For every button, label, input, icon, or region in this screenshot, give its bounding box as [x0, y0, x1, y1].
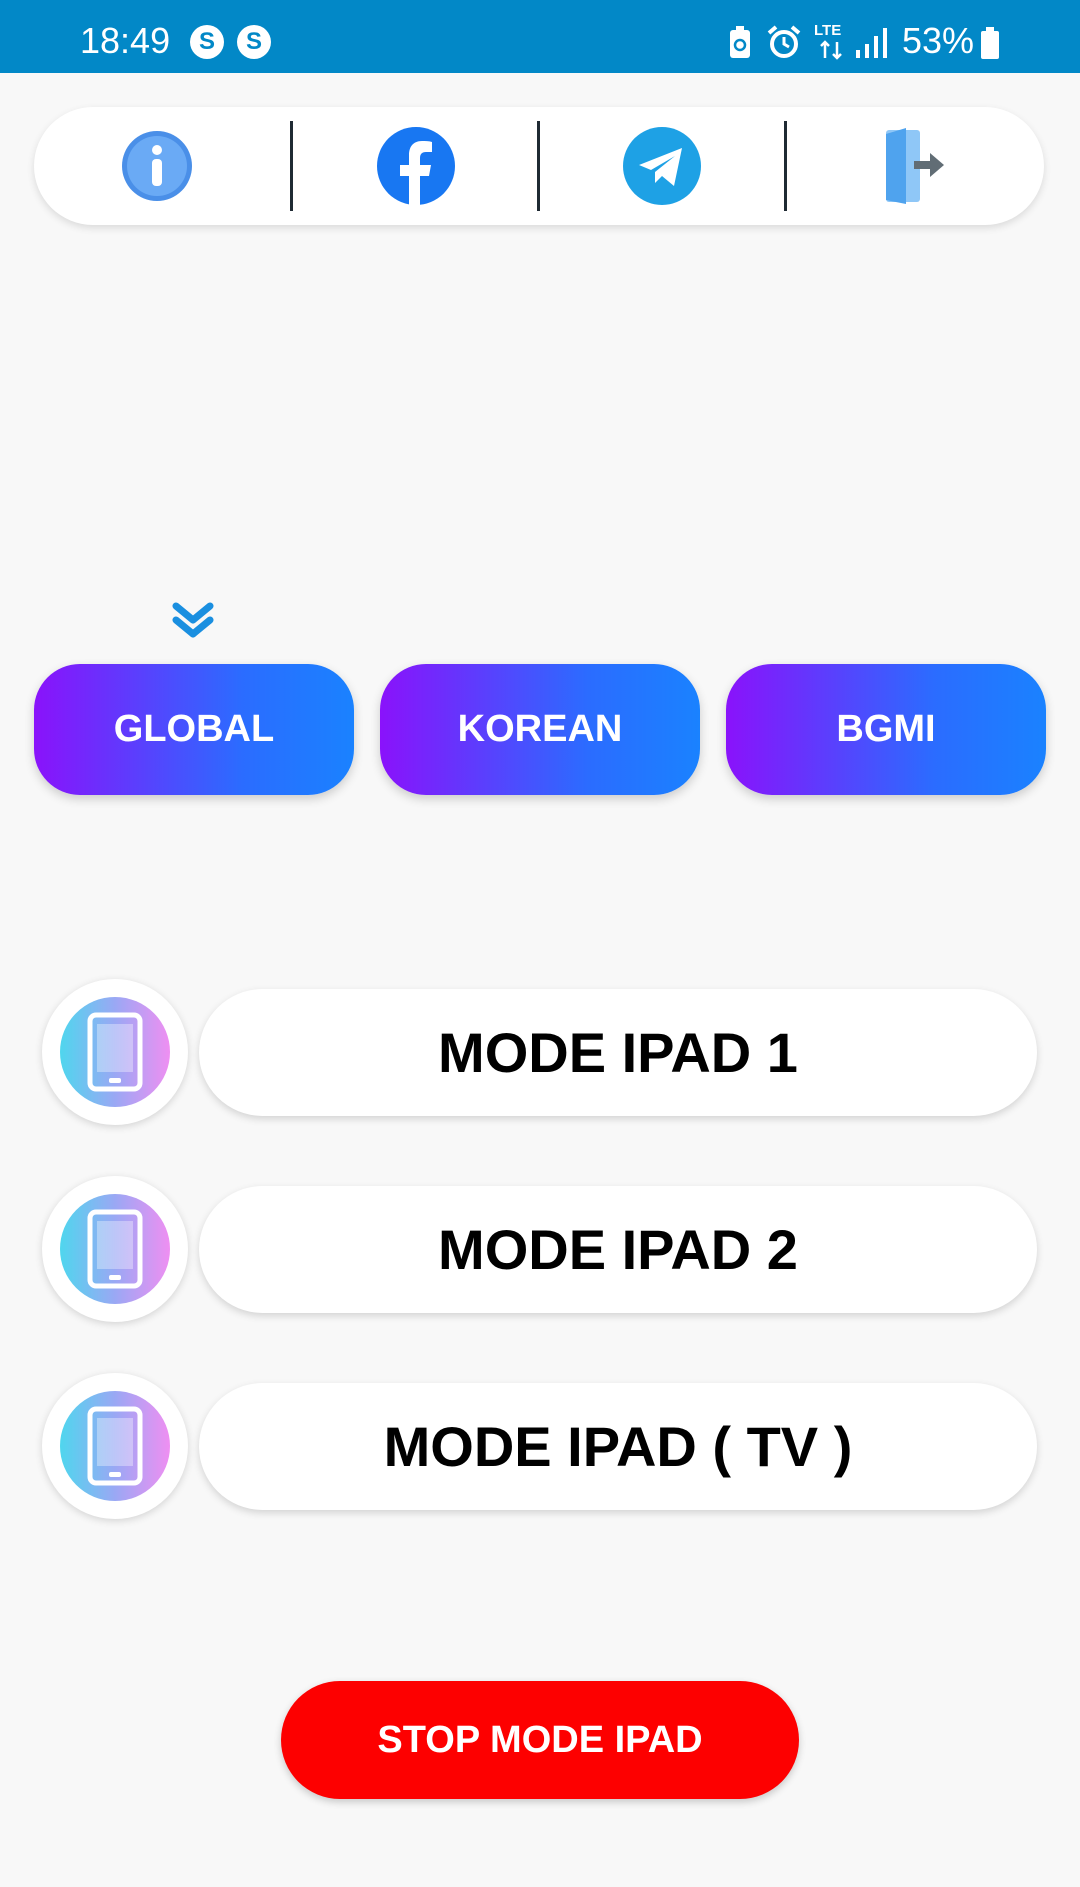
tablet-icon-badge — [42, 1176, 188, 1322]
facebook-button[interactable] — [293, 107, 539, 225]
signal-icon — [856, 28, 887, 58]
facebook-icon — [377, 127, 455, 206]
region-button-bgmi[interactable]: BGMI — [726, 664, 1046, 795]
exit-door-icon — [886, 128, 944, 204]
battery-saver-icon — [730, 26, 750, 58]
telegram-button[interactable] — [539, 107, 785, 225]
battery-icon — [981, 27, 999, 59]
status-bar: 18:49 S S LTE 53% — [0, 0, 1080, 73]
mode-label: MODE IPAD ( TV ) — [383, 1415, 853, 1478]
lte-label: LTE — [814, 22, 842, 39]
chevron-down-icon — [172, 602, 214, 638]
battery-percent: 53% — [902, 20, 975, 61]
mode-ipad-tv-button[interactable]: MODE IPAD ( TV ) — [199, 1383, 1037, 1510]
tablet-icon-badge — [42, 979, 188, 1125]
region-label: GLOBAL — [113, 708, 275, 750]
region-label: BGMI — [836, 708, 936, 750]
tablet-icon — [87, 1209, 143, 1289]
stop-label: STOP MODE IPAD — [377, 1718, 703, 1761]
lte-icon: LTE — [814, 22, 848, 62]
mode-ipad-1-button[interactable]: MODE IPAD 1 — [199, 989, 1037, 1116]
tablet-icon — [87, 1406, 143, 1486]
top-link-bar — [34, 107, 1044, 225]
region-button-global[interactable]: GLOBAL — [34, 664, 354, 795]
s-app-icon: S — [237, 25, 271, 59]
s-app-icon: S — [190, 25, 224, 59]
tablet-icon-badge — [42, 1373, 188, 1519]
mode-label: MODE IPAD 1 — [438, 1021, 798, 1084]
region-button-korean[interactable]: KOREAN — [380, 664, 700, 795]
mode-label: MODE IPAD 2 — [438, 1218, 798, 1281]
info-button[interactable] — [34, 107, 280, 225]
exit-button[interactable] — [787, 107, 1033, 225]
mode-ipad-2-button[interactable]: MODE IPAD 2 — [199, 1186, 1037, 1313]
info-icon — [122, 131, 192, 201]
region-label: KOREAN — [457, 708, 623, 750]
telegram-icon — [623, 127, 701, 205]
status-time: 18:49 — [80, 20, 171, 61]
alarm-icon — [767, 25, 801, 58]
tablet-icon — [87, 1012, 143, 1092]
stop-mode-ipad-button[interactable]: STOP MODE IPAD — [281, 1681, 799, 1799]
